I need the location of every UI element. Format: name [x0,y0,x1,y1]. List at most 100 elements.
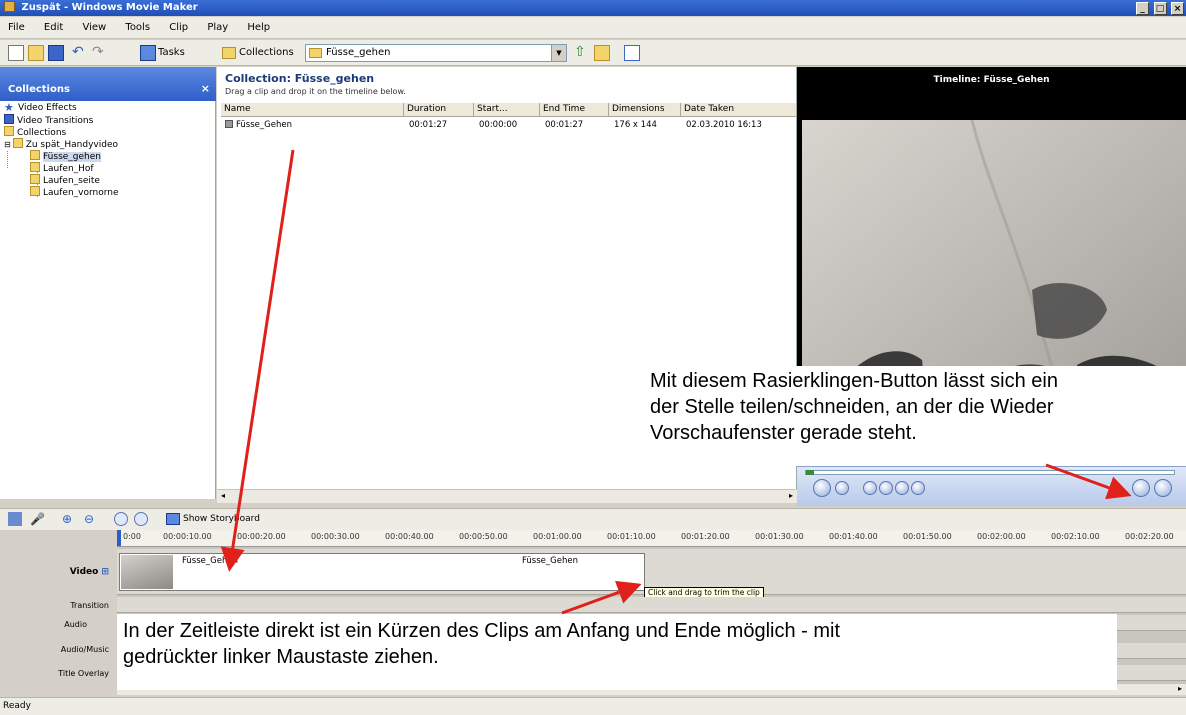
up-level-icon[interactable]: ⇧ [574,45,590,61]
expand-track-icon[interactable]: ⊞ [101,567,109,577]
maximize-button[interactable]: □ [1153,2,1167,15]
split-clip-button[interactable] [1132,479,1150,497]
fast-forward-button[interactable] [895,481,909,495]
contents-scrollbar[interactable]: ◂ ▸ [217,489,797,503]
transition-track[interactable] [117,597,1186,613]
undo-icon[interactable]: ↶ [72,45,88,61]
new-project-icon[interactable] [8,45,24,61]
collections-button[interactable]: Collections [239,47,294,58]
player-controls [797,466,1186,506]
ruler-tick: 00:02:00.00 [977,532,1026,541]
set-audio-levels-icon[interactable] [8,512,22,526]
collections-folder-icon [222,47,236,59]
annotation-trim-line2: gedrückter linker Maustaste ziehen. [123,646,439,668]
tree-item-video-effects[interactable]: ★ Video Effects [4,102,77,114]
column-header-duration[interactable]: Duration [404,103,474,117]
narrate-timeline-icon[interactable]: 🎤 [30,512,45,526]
minimize-button[interactable]: _ [1136,2,1150,15]
window-controls: _ □ × [1135,1,1184,17]
clip-thumbnail [121,555,173,589]
collection-selector-value: Füsse_gehen [326,47,391,58]
track-label-audio: Audio [64,620,87,629]
collapse-icon[interactable]: ⊟ [4,140,11,149]
menu-play[interactable]: Play [207,22,228,33]
tasks-icon[interactable] [140,45,156,61]
play-button[interactable] [813,479,831,497]
ruler-tick: 00:01:20.00 [681,532,730,541]
column-header-date-taken[interactable]: Date Taken [681,103,797,117]
menu-file[interactable]: File [8,22,25,33]
preview-title: Timeline: Füsse_Gehen [933,75,1050,85]
tree-item-zu-spaet-handyvideo[interactable]: ⊟ Zu spät_Handyvideo [4,138,118,150]
clip-label-start: Füsse_Gehen [182,556,238,566]
clip-label-end: Füsse_Gehen [522,556,578,566]
video-clip-icon [225,120,233,128]
column-header-start[interactable]: Start... [474,103,540,117]
timeline-clip[interactable]: Füsse_Gehen Füsse_Gehen [119,553,645,591]
timeline-ruler[interactable]: 0:00 00:00:10.00 00:00:20.00 00:00:30.00… [117,530,1186,547]
menu-help[interactable]: Help [247,22,270,33]
rewind-button[interactable] [879,481,893,495]
column-header-name[interactable]: Name [221,103,404,117]
close-window-button[interactable]: × [1171,2,1184,15]
playhead[interactable] [117,530,121,546]
zoom-out-icon[interactable]: ⊖ [84,512,98,526]
video-track[interactable]: Füsse_Gehen Füsse_Gehen Click and drag t… [117,549,1186,599]
new-collection-icon[interactable] [594,45,610,61]
play-timeline-icon[interactable] [134,512,148,526]
title-bar: Zuspät - Windows Movie Maker _ □ × [0,0,1186,16]
scroll-right-icon[interactable]: ▸ [789,491,793,500]
views-icon[interactable] [624,45,640,61]
tree-item-fuesse-gehen[interactable]: Füsse_gehen [30,150,101,162]
tree-item-laufen-seite[interactable]: Laufen_seite [30,174,100,186]
take-picture-button[interactable] [1154,479,1172,497]
scroll-left-icon[interactable]: ◂ [221,491,225,500]
zoom-in-icon[interactable]: ⊕ [62,512,76,526]
track-label-video: Video ⊞ [69,567,109,577]
ruler-tick: 00:00:10.00 [163,532,212,541]
show-storyboard-button[interactable]: Show Storyboard [183,514,260,524]
menu-tools[interactable]: Tools [125,22,150,33]
tree-item-laufen-hof[interactable]: Laufen_Hof [30,162,94,174]
rewind-timeline-icon[interactable] [114,512,128,526]
ruler-tick: 00:00:20.00 [237,532,286,541]
ruler-tick: 00:01:30.00 [755,532,804,541]
tree-item-collections[interactable]: Collections [4,126,66,138]
close-pane-icon[interactable]: × [201,82,210,95]
seek-thumb[interactable] [806,470,814,475]
annotation-trim-clip: In der Zeitleiste direkt ist ein Kürzen … [117,614,1117,690]
status-text: Ready [3,701,31,711]
next-frame-button[interactable] [911,481,925,495]
save-project-icon[interactable] [48,45,64,61]
clip-row-date: 02.03.2010 16:13 [686,120,762,130]
collections-tree: ★ Video Effects Video Transitions Collect… [0,101,216,499]
column-header-dimensions[interactable]: Dimensions [609,103,681,117]
ruler-tick: 00:02:20.00 [1125,532,1174,541]
tree-item-laufen-vornorne[interactable]: Laufen_vornorne [30,186,119,198]
clip-row-dimensions: 176 x 144 [614,120,657,130]
collection-selector[interactable]: Füsse_gehen ▼ [305,44,567,62]
ruler-tick: 00:01:00.00 [533,532,582,541]
storyboard-icon [166,513,180,525]
stop-button[interactable] [835,481,849,495]
clip-row-name[interactable]: Füsse_Gehen [225,120,292,130]
redo-icon[interactable]: ↷ [92,45,108,61]
tree-item-video-transitions[interactable]: Video Transitions [4,114,93,126]
open-project-icon[interactable] [28,45,44,61]
menu-view[interactable]: View [82,22,106,33]
ruler-tick: 00:01:10.00 [607,532,656,541]
toolbar: ↶ ↷ Tasks Collections Füsse_gehen ▼ ⇧ [0,40,1186,66]
track-labels: Video ⊞ Transition Audio Audio/Music Tit… [0,547,117,695]
tasks-button[interactable]: Tasks [158,47,185,58]
menu-clip[interactable]: Clip [169,22,188,33]
seek-bar[interactable] [805,470,1175,475]
ruler-tick: 00:02:10.00 [1051,532,1100,541]
chevron-down-icon[interactable]: ▼ [551,45,566,61]
column-header-end-time[interactable]: End Time [540,103,609,117]
ruler-tick: 00:00:50.00 [459,532,508,541]
previous-frame-button[interactable] [863,481,877,495]
track-label-transition: Transition [70,601,109,610]
menu-edit[interactable]: Edit [44,22,63,33]
scroll-right-icon[interactable]: ▸ [1178,684,1182,693]
ruler-tick: 0:00 [123,532,141,541]
